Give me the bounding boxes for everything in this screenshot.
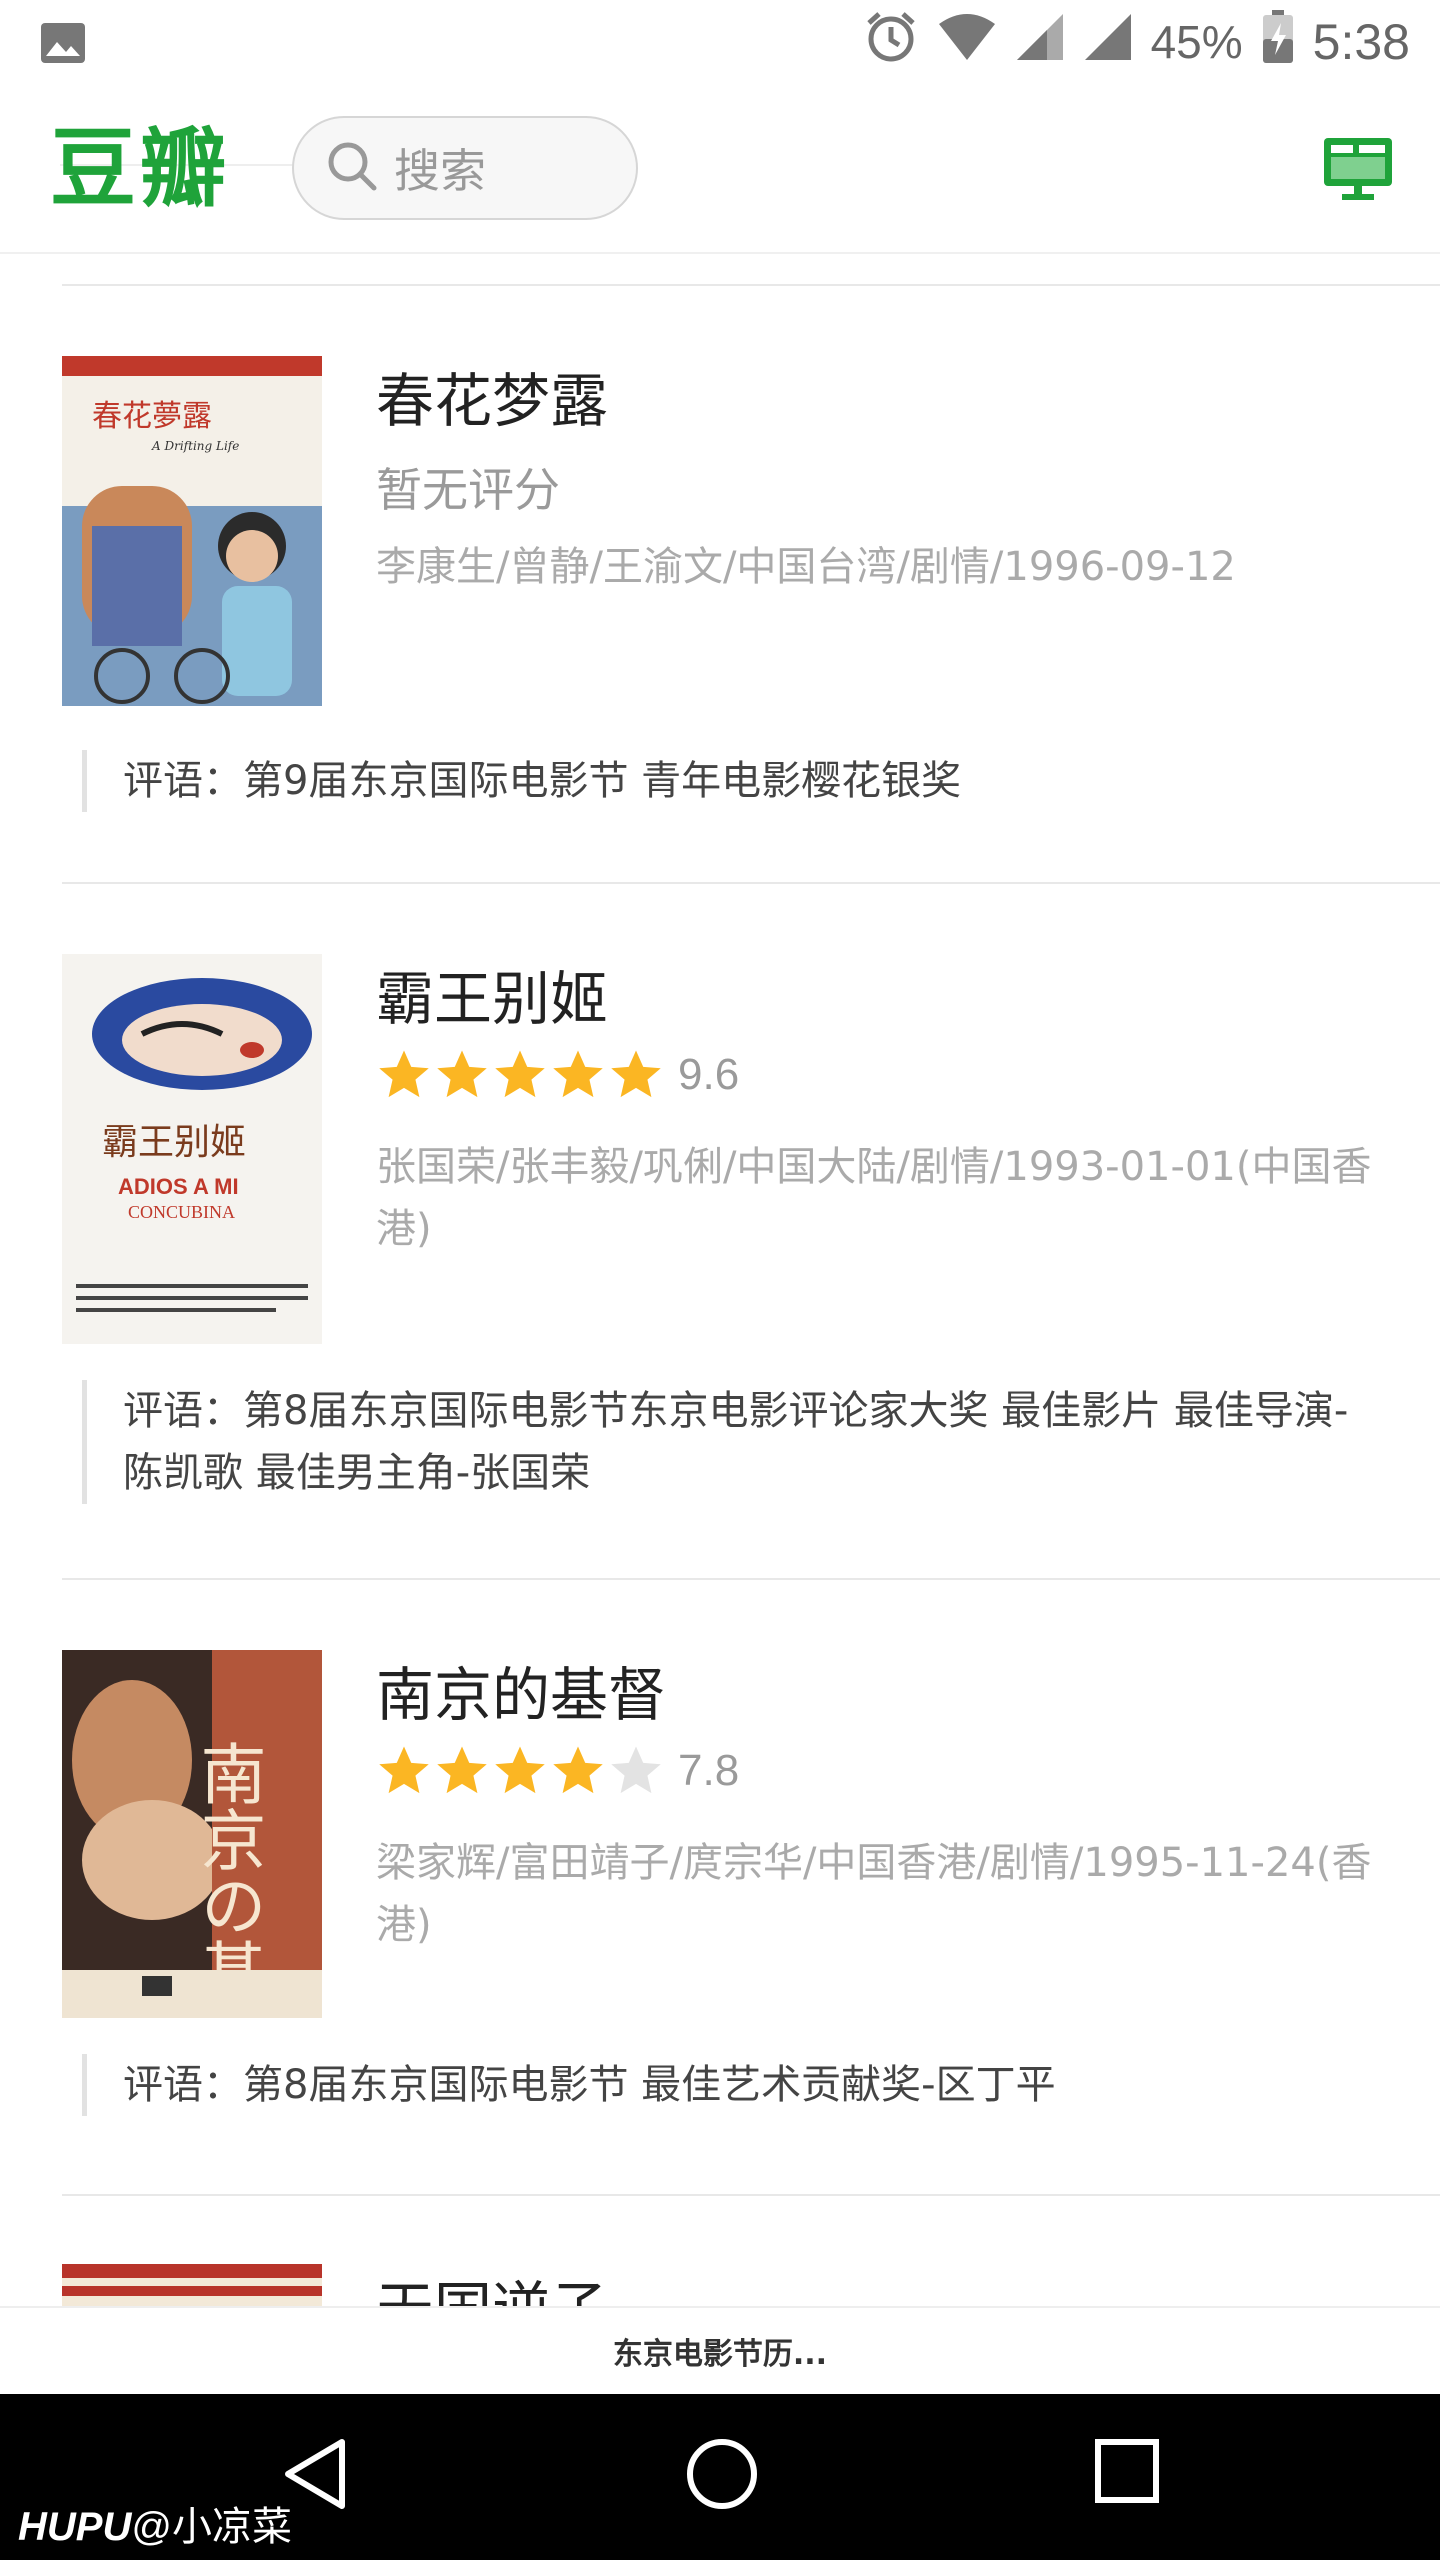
star-rating: 9.6 <box>376 1048 739 1102</box>
movie-title[interactable]: 春花梦露 <box>376 354 608 438</box>
bottom-title-bar[interactable]: 东京电影节历... <box>0 2306 1440 2394</box>
star-filled-icon <box>437 1050 487 1098</box>
poster-subtitle-text: CONCUBINA <box>128 1202 235 1222</box>
signal-icon <box>1015 12 1065 73</box>
poster-subtitle-text: A Drifting Life <box>151 439 239 453</box>
star-filled-icon <box>437 1746 487 1794</box>
star-empty-icon <box>611 1746 661 1794</box>
app-header: 豆瓣 搜索 <box>0 84 1440 254</box>
star-filled-icon <box>611 1050 661 1098</box>
watermark-brand: HUPU <box>18 2505 132 2549</box>
poster-title-text: 霸王别姬 <box>102 1122 246 1163</box>
stars <box>376 1048 664 1102</box>
battery-percent: 45% <box>1150 16 1243 68</box>
status-bar: 45% 5:38 <box>0 0 1440 84</box>
rating-text: 暂无评分 <box>376 463 560 517</box>
alarm-icon <box>863 9 919 76</box>
movie-comment: 评语：第8届东京国际电影节 最佳艺术贡献奖-区丁平 <box>82 2054 1362 2116</box>
star-filled-icon <box>379 1746 429 1794</box>
search-icon <box>324 138 380 198</box>
divider <box>62 1578 1440 1580</box>
search-input[interactable]: 搜索 <box>292 116 638 220</box>
battery-charging-icon <box>1261 9 1295 76</box>
desktop-view-icon[interactable] <box>1322 136 1394 206</box>
watermark-user: @小凉菜 <box>131 2505 292 2549</box>
movie-poster[interactable] <box>62 2264 322 2306</box>
watermark: HUPU@小凉菜 <box>18 2494 292 2552</box>
stars <box>376 1744 664 1798</box>
movie-comment: 评语：第9届东京国际电影节 青年电影樱花银奖 <box>82 750 1362 812</box>
rating-score: 7.8 <box>678 1746 740 1795</box>
divider <box>62 882 1440 884</box>
poster-title-text: 春花夢露 <box>92 399 212 434</box>
search-placeholder: 搜索 <box>394 144 486 198</box>
home-icon[interactable] <box>684 2436 760 2516</box>
star-filled-icon <box>553 1050 603 1098</box>
movie-poster[interactable]: 春花夢露 A Drifting Life <box>62 356 322 706</box>
page-title: 东京电影节历... <box>612 2337 828 2372</box>
movie-title[interactable]: 南京的基督 <box>376 1648 666 1732</box>
movie-title[interactable]: 天国逆子 <box>376 2262 608 2306</box>
star-filled-icon <box>495 1746 545 1794</box>
movie-poster[interactable]: 霸王别姬 ADIOS A MI CONCUBINA <box>62 954 322 1344</box>
movie-meta: 李康生/曾静/王渝文/中国台湾/剧情/1996-09-12 <box>376 544 1236 590</box>
movie-poster[interactable]: 南京の基督 <box>62 1650 322 2018</box>
star-filled-icon <box>379 1050 429 1098</box>
star-rating: 7.8 <box>376 1744 739 1798</box>
image-icon <box>40 22 86 68</box>
star-filled-icon <box>553 1746 603 1794</box>
divider <box>62 284 1440 286</box>
clock: 5:38 <box>1312 14 1410 70</box>
rating-score: 9.6 <box>678 1050 740 1099</box>
star-filled-icon <box>495 1050 545 1098</box>
movie-comment: 评语：第8届东京国际电影节东京电影评论家大奖 最佳影片 最佳导演-陈凯歌 最佳男… <box>82 1380 1362 1504</box>
douban-logo[interactable]: 豆瓣 <box>50 126 230 212</box>
signal-icon <box>1083 12 1133 73</box>
recents-icon[interactable] <box>1092 2436 1162 2510</box>
movie-meta: 梁家辉/富田靖子/庹宗华/中国香港/剧情/1995-11-24(香港) <box>376 1840 1372 1948</box>
wifi-icon <box>937 12 997 73</box>
list-item[interactable]: 天国逆子 <box>0 2194 1440 2306</box>
movie-title[interactable]: 霸王别姬 <box>376 952 608 1036</box>
movie-meta: 张国荣/张丰毅/巩俐/中国大陆/剧情/1993-01-01(中国香港) <box>376 1144 1372 1252</box>
poster-subtitle-text: ADIOS A MI <box>118 1174 239 1199</box>
